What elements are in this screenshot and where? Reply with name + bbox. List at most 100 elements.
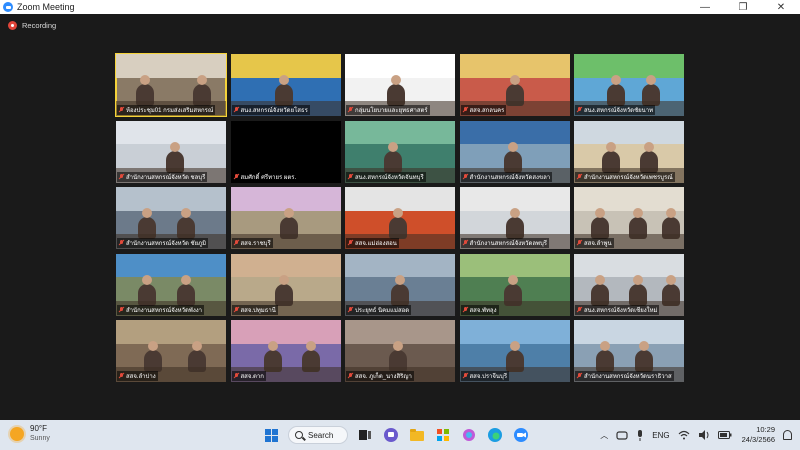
muted-mic-icon (119, 306, 124, 313)
participant-name: สสจ.ปราจีนบุรี (469, 374, 508, 380)
participant-video-tile[interactable]: สำนักงานสหกรณ์จังหวัดนราธิวาส (574, 320, 684, 382)
participant-name-label: ห้องประชุม01 กรมส่งเสริมสหกรณ์ (117, 105, 216, 115)
window-title: Zoom Meeting (17, 2, 75, 12)
participant-name-label: สสจ.ลำปาง (117, 371, 158, 381)
participant-name: สำนักงานสหกรณ์จังหวัดลพบุรี (469, 241, 548, 247)
participant-name: ห้องประชุม01 กรมส่งเสริมสหกรณ์ (126, 108, 214, 114)
participant-video-tile[interactable]: สำนักงานสหกรณ์จังหวัดสงขลา (459, 120, 570, 183)
maximize-button[interactable]: ❐ (724, 0, 762, 14)
muted-mic-icon (234, 306, 239, 313)
participant-name-label: สสจ.ปทุมธานี (231, 304, 278, 315)
battery-icon[interactable] (717, 431, 732, 439)
background-banner (345, 187, 455, 211)
background-banner (574, 187, 684, 211)
chevron-up-icon[interactable]: ︿ (600, 430, 608, 441)
participant-name-label: สำนักงานสหกรณ์จังหวัดสงขลา (460, 171, 553, 182)
participant-name: สสจ.ลำพูน (584, 241, 612, 247)
participant-video-tile[interactable]: สสจ.ปราจีนบุรี (459, 320, 570, 382)
windows-start-icon[interactable] (262, 426, 280, 444)
recording-icon (8, 21, 17, 30)
participant-video-tile[interactable]: สสจ.สกลนคร (459, 54, 570, 116)
taskbar-search-button[interactable]: Search (288, 426, 348, 444)
muted-mic-icon (234, 173, 239, 180)
participant-video-tile[interactable]: สสจ.พัทลุง (459, 253, 570, 316)
participant-video-tile[interactable]: สสจ.ปทุมธานี (230, 253, 341, 316)
participant-video-tile[interactable]: สนง.สหกรณ์จังหวัดชัยนาท (574, 54, 684, 116)
weather-widget[interactable]: 90°F Sunny (10, 424, 50, 443)
weather-temp: 90°F (30, 424, 47, 433)
search-label: Search (308, 430, 334, 440)
participant-name-label: สำนักงานสหกรณ์จังหวัดลพบุรี (460, 238, 550, 248)
close-button[interactable]: ✕ (762, 0, 800, 14)
recording-indicator[interactable]: Recording (8, 21, 56, 30)
participant-video-tile[interactable]: สสจ.ตาก (230, 320, 341, 382)
participant-video-tile[interactable]: สนง.สหกรณ์จังหวัดจันทบุรี (345, 120, 455, 183)
copilot-icon[interactable] (460, 426, 478, 444)
microphone-icon[interactable] (636, 429, 644, 441)
background-banner (459, 187, 570, 211)
muted-mic-icon (119, 173, 124, 180)
participant-video-tile[interactable]: สนง.สหกรณ์จังหวัดเชียงใหม่ (574, 253, 684, 316)
participant-name-label: สนง.สหกรณ์จังหวัดยโสธร (231, 105, 310, 115)
participant-video-tile[interactable]: สำนักงานสหกรณ์จังหวัดพังงา (116, 253, 226, 316)
participant-video-tile[interactable]: สำนักงานสหกรณ์จังหวัด ชัยภูมิ (116, 187, 226, 249)
participant-name-label: กลุ่มนโยบายและยุทธศาสตร์ (346, 105, 430, 115)
participant-video-tile[interactable]: สสจ. ภูเก็ต_นางสิริญา (345, 320, 455, 382)
muted-mic-icon (348, 173, 353, 180)
participant-name-label: สสจ. ภูเก็ต_นางสิริญา (346, 371, 414, 381)
background-banner (230, 54, 341, 78)
participant-video-tile[interactable]: ประยุทธ์ นิคมแม่สอด (345, 253, 455, 316)
participant-name-label: สำนักงานสหกรณ์จังหวัด ชัยภูมิ (117, 238, 209, 248)
muted-mic-icon (463, 107, 468, 113)
task-view-icon[interactable] (356, 426, 374, 444)
onedrive-sync-icon[interactable] (616, 430, 628, 440)
background-banner (574, 54, 684, 78)
participant-name: สำนักงานสหกรณ์จังหวัดนราธิวาส (584, 374, 672, 380)
participant-name: สมศักดิ์ ศรีทายร ผตร. (240, 174, 297, 181)
participant-video-tile[interactable]: ห้องประชุม01 กรมส่งเสริมสหกรณ์ (115, 53, 227, 117)
background-banner (116, 187, 226, 211)
participant-name: สำนักงานสหกรณ์จังหวัดพังงา (126, 307, 203, 314)
participant-name: สสจ.ลำปาง (126, 374, 156, 380)
participant-name-label: สำนักงานสหกรณ์จังหวัดพังงา (117, 304, 205, 315)
taskbar-apps: Search (262, 425, 538, 445)
background-banner (116, 120, 226, 145)
teams-chat-icon[interactable] (382, 426, 400, 444)
participant-video-tile[interactable]: สำนักงานสหกรณ์จังหวัดเพชรบูรณ์ (574, 120, 684, 183)
participant-video-tile[interactable]: สสจ.ราชบุรี (230, 187, 341, 249)
participant-name: สสจ.สกลนคร (469, 108, 505, 114)
wifi-icon[interactable] (678, 430, 690, 440)
microsoft-store-icon[interactable] (434, 426, 452, 444)
participant-video-tile[interactable]: สนง.สหกรณ์จังหวัดยโสธร (230, 54, 341, 116)
notification-bell-icon[interactable] (783, 430, 792, 440)
system-clock[interactable]: 10:29 24/3/2566 (742, 425, 775, 445)
participant-name-label: ประยุทธ์ นิคมแม่สอด (346, 304, 412, 315)
participant-name: สสจ.พัทลุง (469, 307, 497, 314)
minimize-button[interactable]: — (686, 0, 724, 14)
zoom-taskbar-icon[interactable] (512, 426, 530, 444)
participant-video-tile[interactable]: สำนักงานสหกรณ์จังหวัด ชลบุรี (116, 120, 226, 183)
muted-mic-icon (119, 240, 124, 246)
muted-mic-icon (577, 107, 582, 113)
edge-browser-icon[interactable] (486, 426, 504, 444)
clock-time: 10:29 (756, 425, 775, 434)
participant-name: สนง.สหกรณ์จังหวัดจันทบุรี (355, 174, 424, 181)
participant-name-label: สนง.สหกรณ์จังหวัดจันทบุรี (346, 171, 426, 182)
participant-video-tile[interactable]: สสจ.ลำพูน (574, 187, 684, 249)
volume-icon[interactable] (698, 430, 710, 440)
participant-name: สำนักงานสหกรณ์จังหวัด ชลบุรี (126, 174, 206, 181)
participant-name: สสจ.แม่ฮ่องสอน (355, 241, 397, 247)
background-banner (459, 120, 570, 145)
background-banner (345, 120, 455, 145)
background-banner (574, 120, 684, 145)
muted-mic-icon (463, 173, 468, 180)
participant-video-tile[interactable]: สำนักงานสหกรณ์จังหวัดลพบุรี (459, 187, 570, 249)
muted-mic-icon (463, 240, 468, 246)
participant-video-tile[interactable]: สสจ.แม่ฮ่องสอน (345, 187, 455, 249)
participant-video-tile[interactable]: สมศักดิ์ ศรีทายร ผตร. (230, 120, 341, 183)
participant-video-tile[interactable]: กลุ่มนโยบายและยุทธศาสตร์ (345, 54, 455, 116)
participant-video-tile[interactable]: สสจ.ลำปาง (116, 320, 226, 382)
zoom-app-icon (3, 2, 13, 12)
file-explorer-icon[interactable] (408, 426, 426, 444)
language-indicator[interactable]: ENG (652, 431, 669, 440)
